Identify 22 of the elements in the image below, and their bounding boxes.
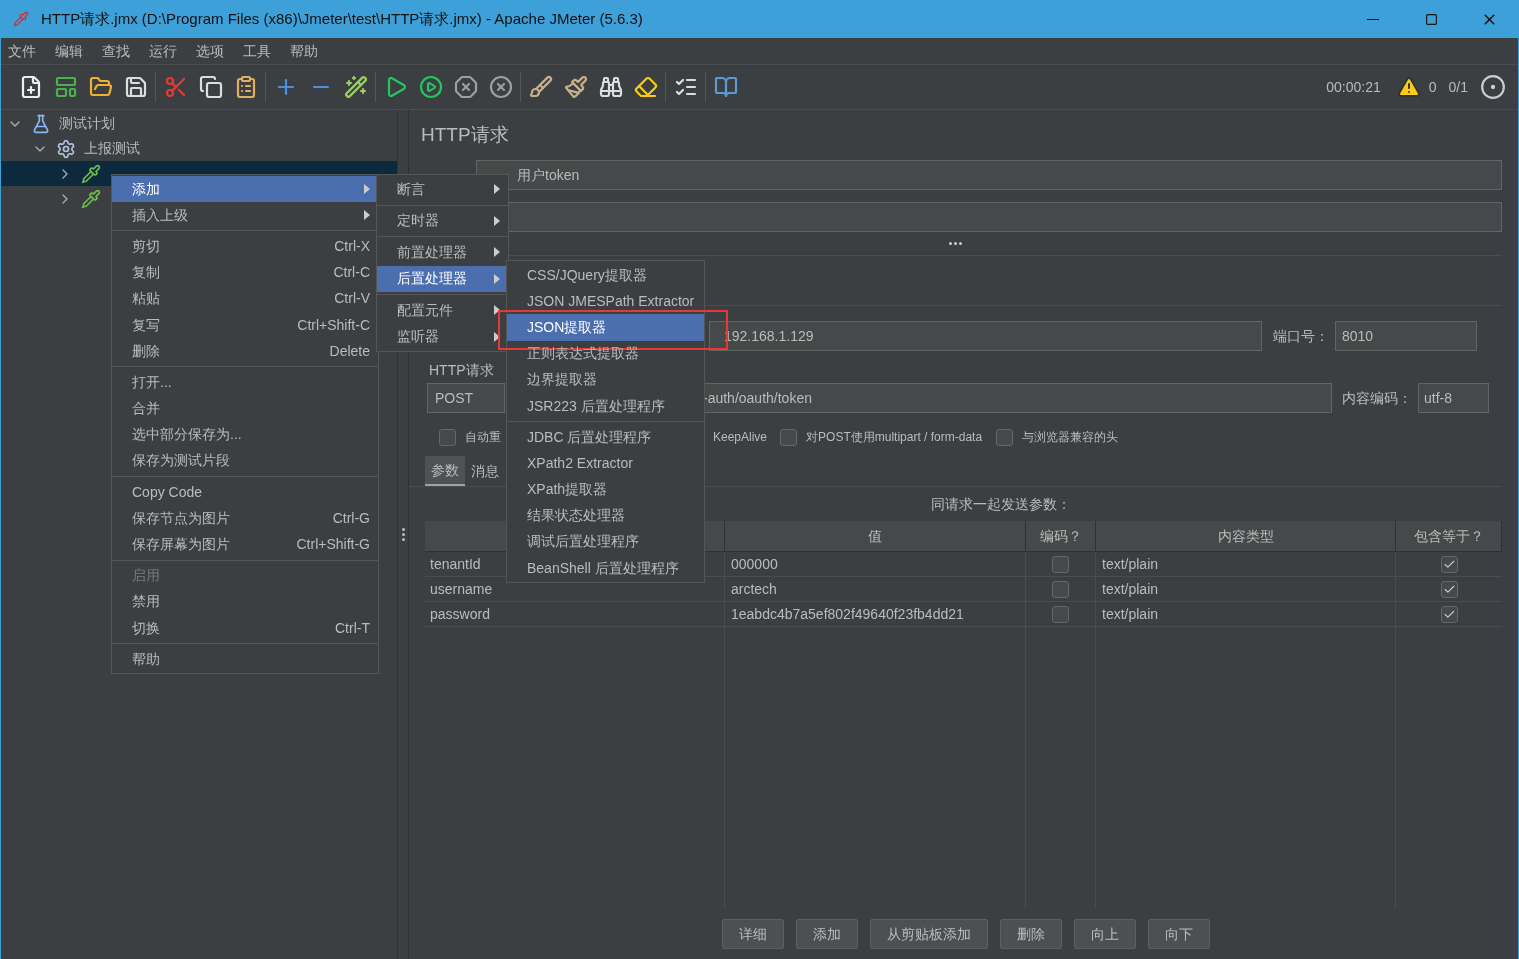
table-cell: text/plain [1096,602,1396,626]
group-label: HTTP请求 [429,360,494,380]
table-title: 同请求一起发送参数： [929,494,1071,514]
tree-item-label: 测试计划 [59,114,115,133]
encoding-label: 内容编码： [1342,388,1412,408]
panel-title: HTTP请求 [421,122,509,147]
option-label: 与浏览器兼容的头 [1022,429,1119,446]
error-count: 0 [1428,77,1437,97]
table-cell: arctech [725,577,1026,601]
table-cell: password [425,602,725,626]
elapsed-time: 00:00:21 [1326,77,1381,97]
port-label: 端口号： [1273,326,1329,346]
option-label: KeepAlive [713,429,768,446]
table-cell: text/plain [1096,552,1396,576]
tree-item-label: 上报测试 [84,139,140,158]
thread-count: 0/1 [1448,77,1468,97]
table-cell: text/plain [1096,577,1396,601]
option-label: 对POST使用multipart / form-data [806,429,983,446]
window-title: HTTP请求.jmx (D:\Program Files (x86)\Jmeter\test\HTTP请求.jmx) - Apache JMeter (5.6.3) [41,8,643,29]
table-cell: 1eabdc4b7a5ef802f49640f23fb4dd21 [725,602,1026,626]
option-label: 自动重 [465,429,501,446]
table-cell: 000000 [725,552,1026,576]
